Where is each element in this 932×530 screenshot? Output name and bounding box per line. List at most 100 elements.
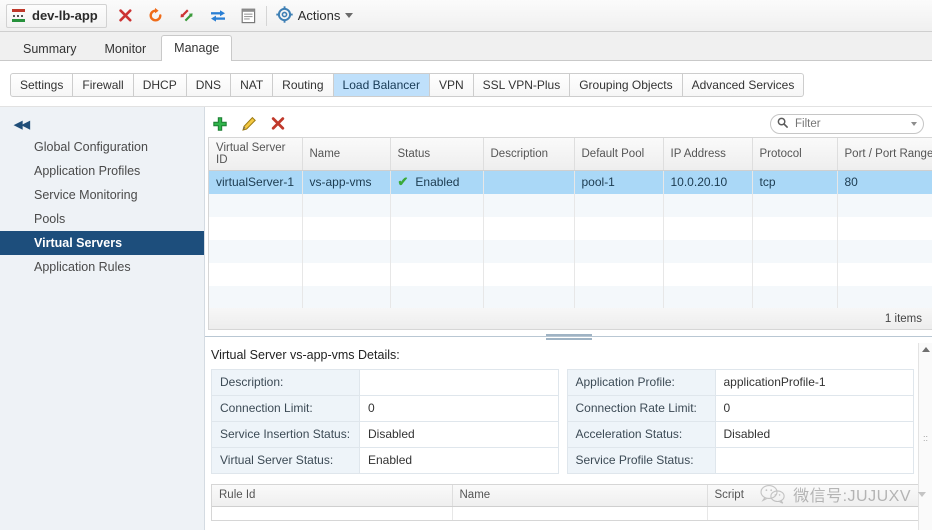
cell-protocol: tcp: [752, 170, 838, 194]
detail-label: Acceleration Status:: [567, 422, 716, 447]
object-action-icons: [107, 6, 259, 26]
main-content: Virtual Server ID Name Status Descriptio…: [205, 107, 932, 530]
col-rule-name[interactable]: Name: [452, 485, 708, 507]
detail-row-service-insertion-status: Service Insertion Status: Disabled: [212, 422, 558, 448]
detail-value: 0: [360, 396, 558, 421]
cell-ip-address: 10.0.20.10: [663, 170, 753, 194]
details-right-column: Application Profile: applicationProfile-…: [566, 369, 914, 474]
tab-summary[interactable]: Summary: [10, 36, 89, 60]
actions-label: Actions: [297, 8, 341, 23]
detail-row-connection-rate-limit: Connection Rate Limit: 0: [567, 396, 913, 422]
gear-icon: [276, 5, 293, 26]
virtual-servers-table: Virtual Server ID Name Status Descriptio…: [209, 138, 932, 309]
sidebar-item-application-rules[interactable]: Application Rules: [0, 255, 204, 279]
scrollbar-thumb-grip[interactable]: ::: [923, 434, 928, 443]
detail-value: [715, 448, 913, 473]
details-left-column: Description: Connection Limit: 0 Service…: [211, 369, 559, 474]
vsphere-web-client-window: dev-lb-app Actions Summary Monitor Manag…: [0, 0, 932, 530]
subtab-settings[interactable]: Settings: [10, 73, 74, 97]
filter-box[interactable]: [770, 113, 924, 134]
search-icon: [777, 117, 788, 131]
subtab-firewall[interactable]: Firewall: [73, 73, 134, 97]
subtab-grouping-objects[interactable]: Grouping Objects: [570, 73, 683, 97]
collapse-left-icon[interactable]: ◀◀: [14, 118, 30, 131]
cell-name: vs-app-vms: [302, 170, 391, 194]
object-toolbar: dev-lb-app Actions: [0, 0, 932, 32]
delete-x-icon[interactable]: [269, 115, 287, 133]
col-rule-id[interactable]: Rule Id: [212, 485, 453, 507]
cell-default-pool: pool-1: [574, 170, 664, 194]
subtab-dns[interactable]: DNS: [186, 73, 232, 97]
tab-monitor[interactable]: Monitor: [91, 36, 159, 60]
subtab-nat[interactable]: NAT: [231, 73, 274, 97]
sidebar-item-virtual-servers[interactable]: Virtual Servers: [0, 231, 204, 255]
chevron-down-icon[interactable]: [345, 13, 354, 18]
object-name: dev-lb-app: [32, 8, 98, 23]
detail-value: Disabled: [360, 422, 558, 447]
object-chip[interactable]: dev-lb-app: [6, 3, 107, 28]
splitter-grip[interactable]: [545, 332, 592, 342]
detail-value: Enabled: [360, 448, 558, 473]
col-port-port-range[interactable]: Port / Port Range: [837, 138, 932, 171]
scroll-up-arrow-icon[interactable]: [919, 343, 932, 356]
subtab-ssl-vpn-plus[interactable]: SSL VPN-Plus: [473, 73, 571, 97]
sidebar-item-service-monitoring[interactable]: Service Monitoring: [0, 183, 204, 207]
detail-value: 0: [715, 396, 913, 421]
migrate-icon[interactable]: [208, 6, 228, 26]
detail-value: Disabled: [715, 422, 913, 447]
col-virtual-server-id[interactable]: Virtual Server ID: [209, 138, 303, 171]
details-panel: Virtual Server vs-app-vms Details: Descr…: [205, 343, 932, 530]
content-body: ◀◀ Global Configuration Application Prof…: [0, 106, 932, 530]
rule-row-empty: [212, 506, 932, 520]
detail-row-service-profile-status: Service Profile Status:: [567, 448, 913, 474]
application-rules-table: Rule Id Name Script: [212, 485, 932, 520]
table-row-empty: [209, 193, 932, 217]
edit-pencil-icon[interactable]: [240, 115, 258, 133]
restart-icon[interactable]: [146, 6, 166, 26]
table-row-empty: [209, 239, 932, 263]
check-mark-icon: ✔: [397, 174, 409, 190]
col-name[interactable]: Name: [302, 138, 391, 171]
detail-value: [360, 370, 558, 395]
table-row-empty: [209, 216, 932, 240]
table-row[interactable]: virtualServer-1 vs-app-vms ✔ Enabled pool…: [209, 170, 932, 194]
cell-virtual-server-id: virtualServer-1: [209, 170, 303, 194]
detail-row-virtual-server-status: Virtual Server Status: Enabled: [212, 448, 558, 474]
tab-manage[interactable]: Manage: [161, 35, 233, 61]
shutdown-guest-icon[interactable]: [177, 6, 197, 26]
col-default-pool[interactable]: Default Pool: [574, 138, 664, 171]
sidebar-collapse-button[interactable]: ◀◀: [0, 113, 204, 135]
col-description[interactable]: Description: [483, 138, 575, 171]
sidebar-item-pools[interactable]: Pools: [0, 207, 204, 231]
actions-menu-button[interactable]: Actions: [274, 5, 354, 26]
sidebar-item-global-configuration[interactable]: Global Configuration: [0, 135, 204, 159]
col-status[interactable]: Status: [390, 138, 484, 171]
cell-description: [483, 170, 575, 194]
subtab-dhcp[interactable]: DHCP: [133, 73, 187, 97]
table-row-empty: [209, 262, 932, 286]
detail-label: Connection Limit:: [212, 396, 360, 421]
horizontal-splitter[interactable]: [205, 330, 932, 343]
col-rule-script[interactable]: Script: [707, 485, 932, 507]
sub-tab-bar-wrapper: Settings Firewall DHCP DNS NAT Routing L…: [0, 61, 932, 97]
virtual-servers-grid: Virtual Server ID Name Status Descriptio…: [208, 137, 932, 309]
filter-input[interactable]: [793, 116, 906, 131]
subtab-advanced-services[interactable]: Advanced Services: [682, 73, 805, 97]
subtab-load-balancer[interactable]: Load Balancer: [333, 73, 430, 97]
detail-value: applicationProfile-1: [715, 370, 913, 395]
chevron-down-icon[interactable]: [911, 121, 917, 126]
sidebar-item-application-profiles[interactable]: Application Profiles: [0, 159, 204, 183]
col-protocol[interactable]: Protocol: [752, 138, 838, 171]
sidebar: ◀◀ Global Configuration Application Prof…: [0, 107, 205, 530]
details-scrollbar[interactable]: ::: [918, 343, 932, 530]
grid-toolbar: [205, 107, 932, 137]
console-icon[interactable]: [239, 6, 259, 26]
detail-label: Connection Rate Limit:: [567, 396, 716, 421]
power-off-icon[interactable]: [115, 6, 135, 26]
subtab-routing[interactable]: Routing: [273, 73, 334, 97]
add-plus-icon[interactable]: [211, 115, 229, 133]
detail-label: Service Profile Status:: [567, 448, 716, 473]
details-field-grid: Description: Connection Limit: 0 Service…: [205, 369, 932, 474]
subtab-vpn[interactable]: VPN: [429, 73, 474, 97]
col-ip-address[interactable]: IP Address: [663, 138, 753, 171]
